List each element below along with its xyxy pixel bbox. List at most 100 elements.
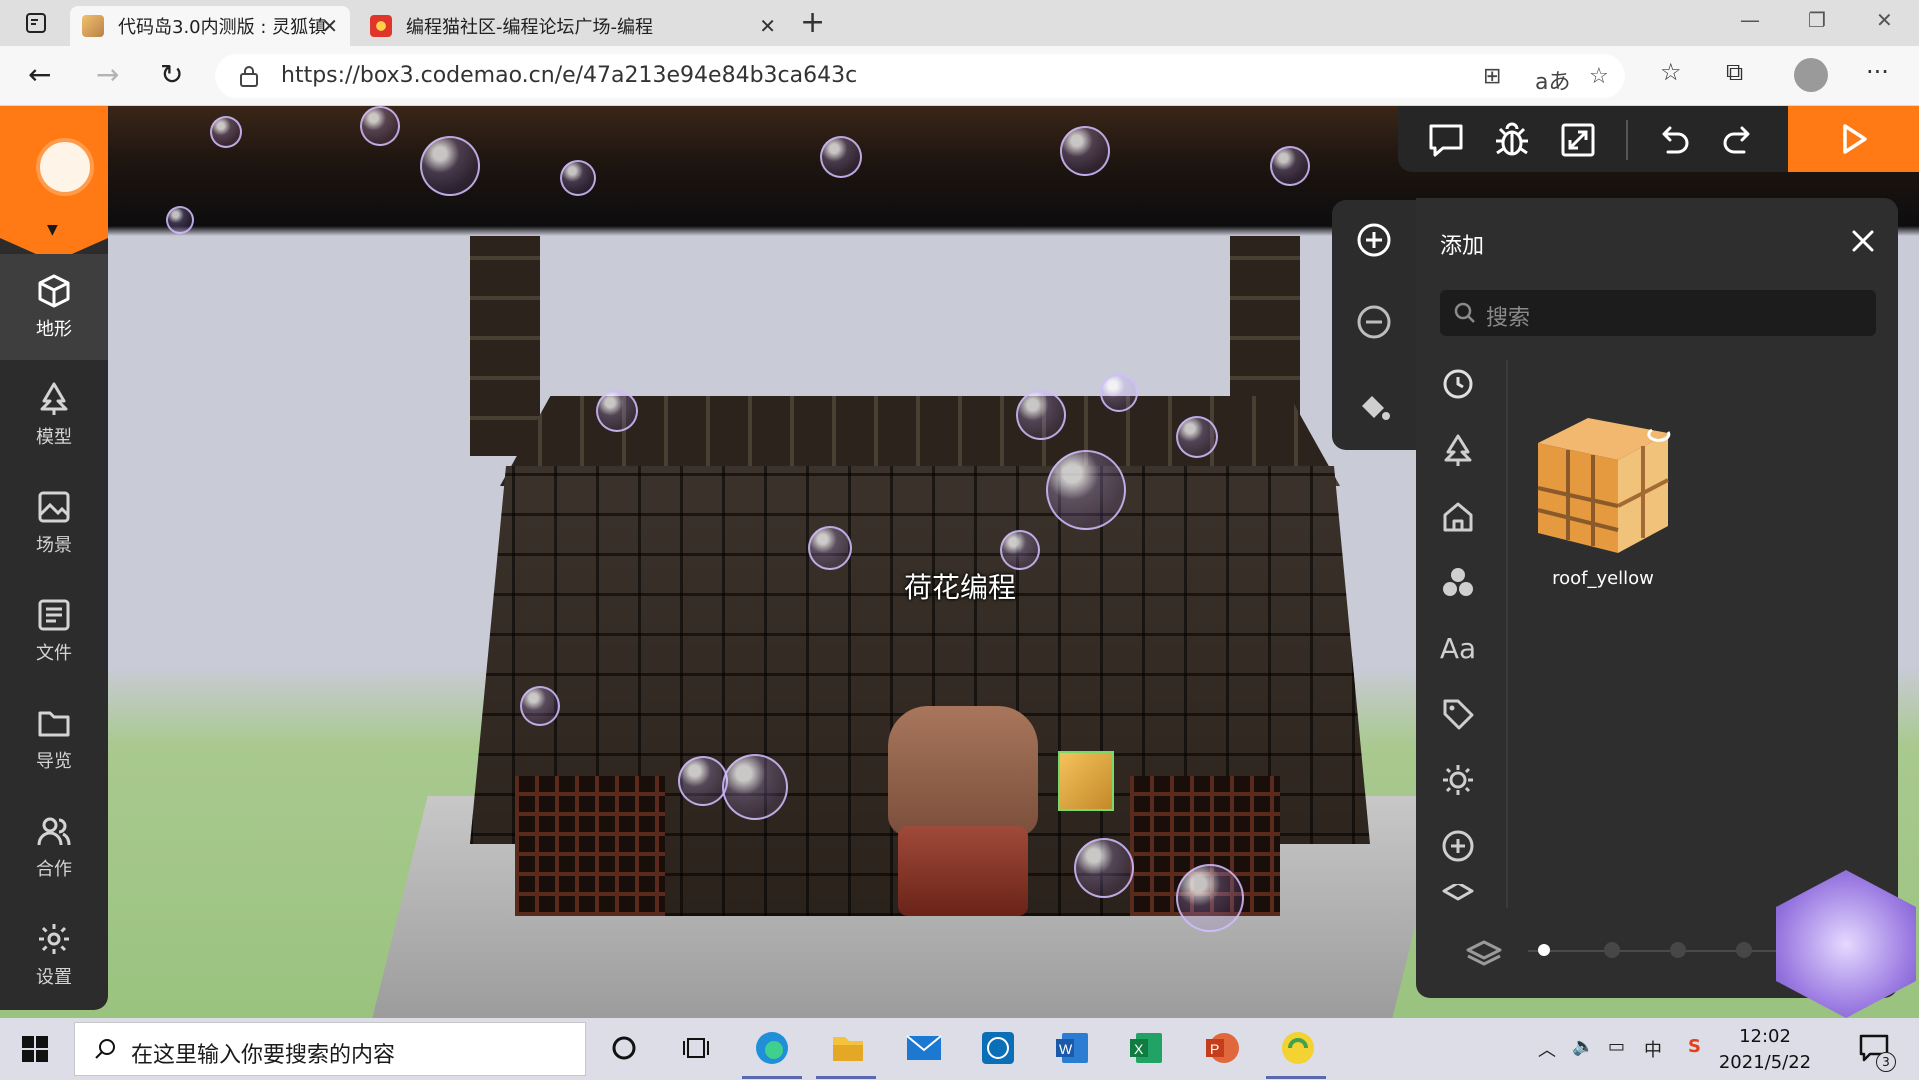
collections-icon[interactable]: ⧉ — [1726, 58, 1743, 86]
cube-icon — [38, 274, 70, 308]
taskbar-search-placeholder: 在这里输入你要搜索的内容 — [131, 1043, 396, 1068]
tag-icon[interactable] — [1438, 694, 1478, 734]
bubble — [1046, 450, 1126, 530]
npc-name-label: 荷花编程 — [903, 571, 1016, 604]
bubble — [808, 526, 852, 570]
recent-icon[interactable] — [1438, 364, 1478, 404]
bubble — [1176, 864, 1244, 932]
clock-date: 2021/5/22 — [1718, 1052, 1812, 1073]
bubble — [560, 160, 596, 196]
tab-close-icon[interactable]: ✕ — [759, 14, 776, 38]
sidebar-item-settings[interactable]: 设置 — [0, 902, 108, 1008]
excel-icon[interactable]: X — [1126, 1028, 1166, 1068]
light-icon[interactable] — [1438, 760, 1478, 800]
tree-icon[interactable] — [1438, 430, 1478, 470]
chat-icon[interactable] — [1426, 120, 1466, 160]
asset-name: roof_yellow — [1552, 568, 1654, 589]
undo-icon[interactable] — [1654, 120, 1694, 160]
notification-count-badge: 3 — [1876, 1052, 1896, 1072]
pager-dot-2[interactable] — [1604, 942, 1620, 958]
sidebar-item-scene[interactable]: 场景 — [0, 470, 108, 576]
plus-icon[interactable] — [1438, 826, 1478, 866]
clock-time: 12:02 — [1739, 1026, 1791, 1047]
pager-dot-1[interactable] — [1538, 944, 1550, 956]
tray-expand-icon[interactable]: ︿ — [1538, 1036, 1556, 1062]
fullscreen-icon[interactable] — [1558, 120, 1598, 160]
users-icon — [37, 817, 71, 846]
sidebar-item-guide[interactable]: 导览 — [0, 686, 108, 792]
character-body — [898, 826, 1028, 916]
house-icon[interactable] — [1438, 496, 1478, 536]
clock[interactable]: 12:02 2021/5/22 — [1700, 1024, 1830, 1076]
file-explorer-icon[interactable] — [828, 1028, 868, 1068]
mail-icon[interactable] — [904, 1028, 944, 1068]
word-icon[interactable]: W — [1052, 1028, 1092, 1068]
forward-icon[interactable]: → — [96, 60, 119, 90]
profile-avatar[interactable] — [1794, 58, 1828, 92]
tab-close-icon[interactable]: ✕ — [321, 14, 338, 38]
bubble — [722, 754, 788, 820]
bubble — [1016, 390, 1066, 440]
windows-start-icon[interactable] — [22, 1036, 48, 1062]
bubble — [210, 116, 242, 148]
layer-icon[interactable] — [1464, 938, 1504, 968]
sidebar-item-terrain[interactable]: 地形 — [0, 254, 108, 360]
debug-icon[interactable] — [1492, 120, 1532, 160]
close-icon[interactable] — [1848, 226, 1878, 256]
shapes-icon[interactable] — [1438, 562, 1478, 602]
chevron-down-icon[interactable]: ▼ — [47, 222, 58, 238]
file-list-icon — [38, 599, 70, 631]
pager-dot-4[interactable] — [1736, 942, 1752, 958]
taskbar-search-input[interactable]: 在这里输入你要搜索的内容 — [74, 1022, 586, 1076]
sidebar-item-label: 导览 — [36, 751, 72, 772]
remove-mode-icon[interactable] — [1354, 302, 1394, 342]
url-text[interactable]: https://box3.codemao.cn/e/47a213e94e84b3… — [281, 63, 857, 88]
add-mode-icon[interactable] — [1354, 220, 1394, 260]
tab-codemao-island[interactable]: 代码岛3.0内测版 : 灵狐镇 ✕ — [70, 6, 350, 46]
selected-block[interactable] — [1058, 751, 1114, 811]
edge-icon[interactable] — [752, 1028, 792, 1068]
fox-logo-icon — [36, 138, 94, 196]
restore-icon[interactable]: ❐ — [1808, 8, 1826, 32]
layer-icon[interactable] — [1438, 884, 1478, 908]
more-icon[interactable]: ··· — [1866, 58, 1889, 86]
sidebar-item-file[interactable]: 文件 — [0, 578, 108, 684]
character-head — [888, 706, 1038, 836]
tree-icon — [40, 382, 68, 415]
new-tab-button[interactable]: + — [800, 8, 825, 38]
box3-favicon-icon — [82, 15, 104, 37]
sidebar-item-model[interactable]: 模型 — [0, 362, 108, 468]
redo-icon[interactable] — [1718, 120, 1758, 160]
cortana-icon[interactable] — [604, 1028, 644, 1068]
pager-dot-3[interactable] — [1670, 942, 1686, 958]
tab-actions-icon[interactable] — [14, 10, 58, 36]
url-field[interactable]: https://box3.codemao.cn/e/47a213e94e84b3… — [215, 54, 1625, 98]
volume-icon[interactable]: 🔈 — [1572, 1036, 1594, 1057]
dell-icon[interactable] — [978, 1028, 1018, 1068]
lock-icon[interactable] — [239, 64, 259, 88]
tab-codemao-forum[interactable]: 编程猫社区-编程论坛广场-编程 ✕ — [358, 6, 788, 46]
player-character[interactable] — [888, 706, 1038, 926]
window-close-icon[interactable]: ✕ — [1876, 8, 1893, 32]
gear-icon — [39, 924, 69, 954]
bubble — [166, 206, 194, 234]
task-view-icon[interactable] — [676, 1028, 716, 1068]
app-view-icon[interactable]: ⊞ — [1483, 64, 1501, 89]
add-favorite-icon[interactable]: ☆ — [1589, 64, 1609, 89]
refresh-icon[interactable]: ↻ — [160, 60, 183, 90]
minimize-icon[interactable]: — — [1740, 8, 1760, 32]
run-button[interactable] — [1788, 106, 1919, 172]
input-method-icon[interactable]: 中 — [1644, 1036, 1662, 1062]
read-aloud-icon[interactable]: aあ — [1535, 64, 1570, 96]
paint-bucket-icon[interactable] — [1354, 386, 1394, 426]
asset-roof-yellow[interactable]: roof_yellow — [1528, 408, 1678, 598]
back-icon[interactable]: ← — [28, 60, 51, 90]
search-input[interactable]: 搜索 — [1440, 290, 1876, 336]
codemao-app-icon[interactable] — [1278, 1028, 1318, 1068]
favorites-icon[interactable]: ☆ — [1660, 58, 1682, 86]
powerpoint-icon[interactable]: P — [1202, 1028, 1242, 1068]
text-icon[interactable]: Aa — [1438, 628, 1478, 668]
battery-icon[interactable]: ▭ — [1608, 1036, 1625, 1057]
app-logo[interactable] — [0, 106, 108, 238]
sidebar-item-cooperate[interactable]: 合作 — [0, 794, 108, 900]
